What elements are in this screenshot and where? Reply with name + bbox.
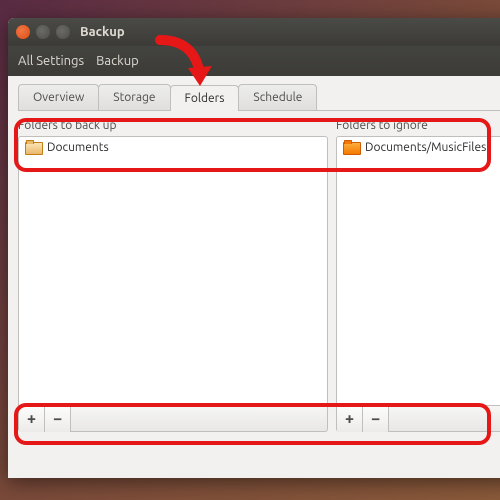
breadcrumb-all-settings[interactable]: All Settings [18, 54, 84, 68]
ignore-listbox[interactable]: Documents/MusicFiles [336, 136, 500, 406]
maximize-icon[interactable] [56, 25, 70, 39]
folder-icon [25, 140, 41, 154]
tab-storage[interactable]: Storage [98, 84, 170, 110]
breadcrumb-backup[interactable]: Backup [96, 54, 139, 68]
ignore-list-toolbar: + − [336, 406, 500, 432]
window-title: Backup [80, 25, 125, 39]
list-item[interactable]: Documents [19, 137, 327, 157]
backup-listbox[interactable]: Documents [18, 136, 328, 406]
backup-window: Backup All Settings Backup Overview Stor… [8, 18, 500, 478]
add-button[interactable]: + [337, 406, 363, 432]
tab-folders[interactable]: Folders [170, 85, 240, 111]
panels-row: Folders to back up Documents + − Folders… [18, 119, 500, 432]
ignore-panel: Folders to ignore Documents/MusicFiles +… [336, 119, 500, 432]
add-button[interactable]: + [19, 406, 45, 432]
backup-panel: Folders to back up Documents + − [18, 119, 328, 432]
content-area: Overview Storage Folders Schedule Folder… [8, 76, 500, 440]
tab-schedule[interactable]: Schedule [238, 84, 317, 110]
tab-overview[interactable]: Overview [18, 84, 99, 110]
folder-icon [343, 140, 359, 154]
ignore-panel-label: Folders to ignore [336, 119, 500, 132]
minimize-icon[interactable] [36, 25, 50, 39]
remove-button[interactable]: − [363, 406, 389, 432]
window-controls [16, 25, 70, 39]
list-item[interactable]: Documents/MusicFiles [337, 137, 500, 157]
list-item-label: Documents/MusicFiles [365, 141, 486, 154]
tab-bar: Overview Storage Folders Schedule [18, 84, 500, 111]
backup-panel-label: Folders to back up [18, 119, 328, 132]
remove-button[interactable]: − [45, 406, 71, 432]
titlebar: Backup [8, 18, 500, 46]
close-icon[interactable] [16, 25, 30, 39]
breadcrumb-toolbar: All Settings Backup [8, 46, 500, 76]
list-item-label: Documents [47, 141, 109, 154]
backup-list-toolbar: + − [18, 406, 328, 432]
